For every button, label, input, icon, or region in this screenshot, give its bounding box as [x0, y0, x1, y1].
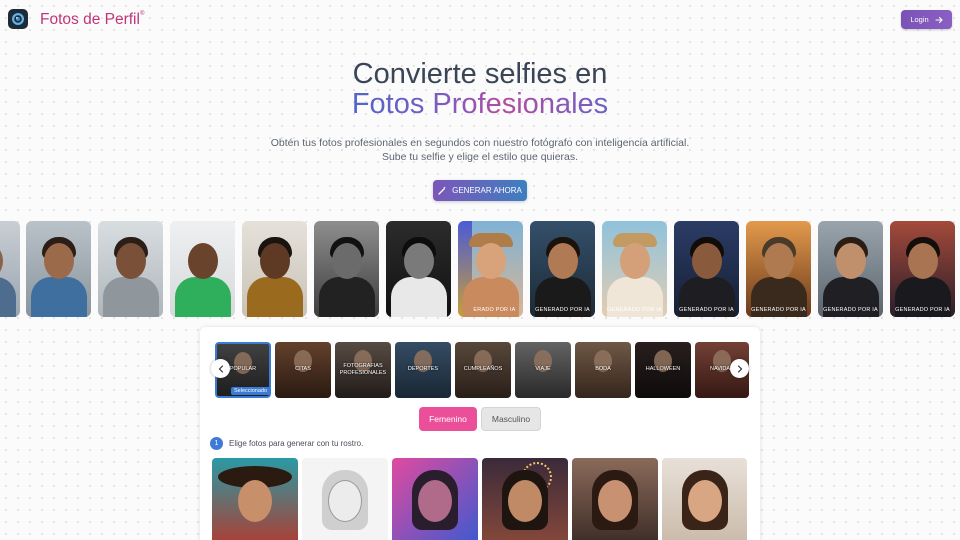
- carousel-photo: [26, 221, 91, 317]
- carousel-photo: GENERADO POR IA: [890, 221, 955, 317]
- ai-generated-tag: GENERADO POR IA: [535, 307, 590, 313]
- carousel-photo: [0, 221, 20, 317]
- carousel-photo: [98, 221, 163, 317]
- style-option-photo[interactable]: [572, 458, 658, 540]
- style-option-photo[interactable]: [212, 458, 298, 540]
- style-option-photo[interactable]: [392, 458, 478, 540]
- ai-generated-tag: GENERADO POR IA: [607, 307, 662, 313]
- carousel-prev-button[interactable]: [211, 359, 230, 378]
- ai-generated-tag: GENERADO POR IA: [679, 307, 734, 313]
- ai-generated-tag: GENERADO POR IA: [823, 307, 878, 313]
- carousel-photo: [242, 221, 307, 317]
- carousel-photo: GENERADO POR IA: [818, 221, 883, 317]
- gender-male-button[interactable]: Masculino: [481, 407, 541, 431]
- step-number-badge: 1: [210, 437, 223, 450]
- category-viaje[interactable]: VIAJE: [515, 342, 571, 398]
- ai-generated-tag: ERADO POR IA: [473, 307, 516, 313]
- carousel-photo: [170, 221, 235, 317]
- carousel-photo: ERADO POR IA: [458, 221, 523, 317]
- carousel-photo: GENERADO POR IA: [674, 221, 739, 317]
- style-option-photo[interactable]: [662, 458, 747, 540]
- carousel-next-button[interactable]: [730, 359, 749, 378]
- category-cumpleanos[interactable]: CUMPLEAÑOS: [455, 342, 511, 398]
- carousel-photo: GENERADO POR IA: [530, 221, 595, 317]
- chevron-right-icon: [737, 364, 742, 373]
- carousel-photo: GENERADO POR IA: [602, 221, 667, 317]
- category-citas[interactable]: CITAS: [275, 342, 331, 398]
- category-fotografias-profesionales[interactable]: FOTOGRAFIAS PROFESIONALES: [335, 342, 391, 398]
- step-instruction: Elige fotos para generar con tu rostro.: [229, 439, 364, 448]
- style-option-photo[interactable]: [302, 458, 388, 540]
- generate-now-button[interactable]: GENERAR AHORA: [433, 180, 527, 201]
- camera-lens-icon[interactable]: [8, 9, 28, 29]
- generate-now-label: GENERAR AHORA: [452, 186, 522, 195]
- chevron-left-icon: [218, 364, 223, 373]
- ai-generated-tag: GENERADO POR IA: [751, 307, 806, 313]
- category-halloween[interactable]: HALLOWEEN: [635, 342, 691, 398]
- gender-female-button[interactable]: Femenino: [419, 407, 477, 431]
- arrow-right-icon: [935, 16, 943, 23]
- login-label: Login: [910, 15, 929, 24]
- ai-generated-tag: GENERADO POR IA: [895, 307, 950, 313]
- carousel-photo: GENERADO POR IA: [746, 221, 811, 317]
- carousel-photo: [314, 221, 379, 317]
- login-button[interactable]: Login: [901, 10, 952, 29]
- category-deportes[interactable]: DEPORTES: [395, 342, 451, 398]
- hero-title-line2: Fotos Profesionales: [351, 88, 609, 120]
- magic-wand-icon: [438, 186, 446, 195]
- hero-subtitle-line2: Sube tu selfie y elige el estilo que qui…: [381, 151, 579, 163]
- hero-title-line1: Convierte selfies en: [352, 58, 608, 90]
- hero-subtitle-line1: Obtén tus fotos profesionales en segundo…: [270, 137, 690, 149]
- style-option-photo[interactable]: [482, 458, 568, 540]
- carousel-photo: [386, 221, 451, 317]
- selected-badge: Seleccionado: [231, 387, 271, 395]
- brand-name[interactable]: Fotos de Perfil®: [40, 11, 144, 29]
- category-boda[interactable]: BODA: [575, 342, 631, 398]
- site-header: Fotos de Perfil® Login: [0, 0, 960, 40]
